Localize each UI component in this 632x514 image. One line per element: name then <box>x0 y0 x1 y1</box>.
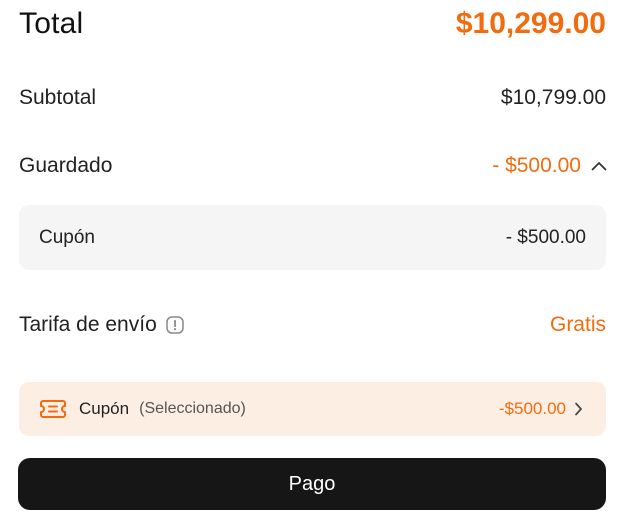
saved-value: - $500.00 <box>492 154 581 177</box>
shipping-value: Gratis <box>549 313 606 336</box>
total-label: Total <box>19 7 84 40</box>
coupon-detail-value: - $500.00 <box>505 226 586 248</box>
coupon-detail-label: Cupón <box>39 226 95 248</box>
chevron-right-icon <box>572 402 584 416</box>
saved-toggle-row[interactable]: Guardado - $500.00 <box>19 152 607 180</box>
shipping-label: Tarifa de envío <box>19 313 157 336</box>
saved-label: Guardado <box>19 154 113 177</box>
coupon-selector-value: -$500.00 <box>498 399 566 418</box>
info-icon[interactable] <box>165 315 185 335</box>
subtotal-label: Subtotal <box>19 86 97 109</box>
coupon-selector-status: (Seleccionado) <box>139 400 246 417</box>
coupon-selector-left: Cupón (Seleccionado) <box>39 398 246 420</box>
coupon-selector-right: -$500.00 <box>499 399 584 419</box>
total-value: $10,299.00 <box>455 7 606 40</box>
coupon-discount-detail: Cupón - $500.00 <box>19 205 606 270</box>
coupon-selector[interactable]: Cupón (Seleccionado) -$500.00 <box>19 382 606 436</box>
pay-button[interactable]: Pago <box>18 458 606 510</box>
pay-button-label: Pago <box>288 472 336 495</box>
coupon-selector-label: Cupón <box>79 399 130 418</box>
shipping-row: Tarifa de envío Gratis <box>19 310 606 340</box>
saved-right: - $500.00 <box>492 154 607 178</box>
shipping-left: Tarifa de envío <box>19 313 185 337</box>
total-row: Total $10,299.00 <box>19 4 606 44</box>
subtotal-value: $10,799.00 <box>500 86 606 109</box>
subtotal-row: Subtotal $10,799.00 <box>19 84 606 112</box>
chevron-up-icon[interactable] <box>591 158 607 174</box>
ticket-icon <box>39 398 67 420</box>
